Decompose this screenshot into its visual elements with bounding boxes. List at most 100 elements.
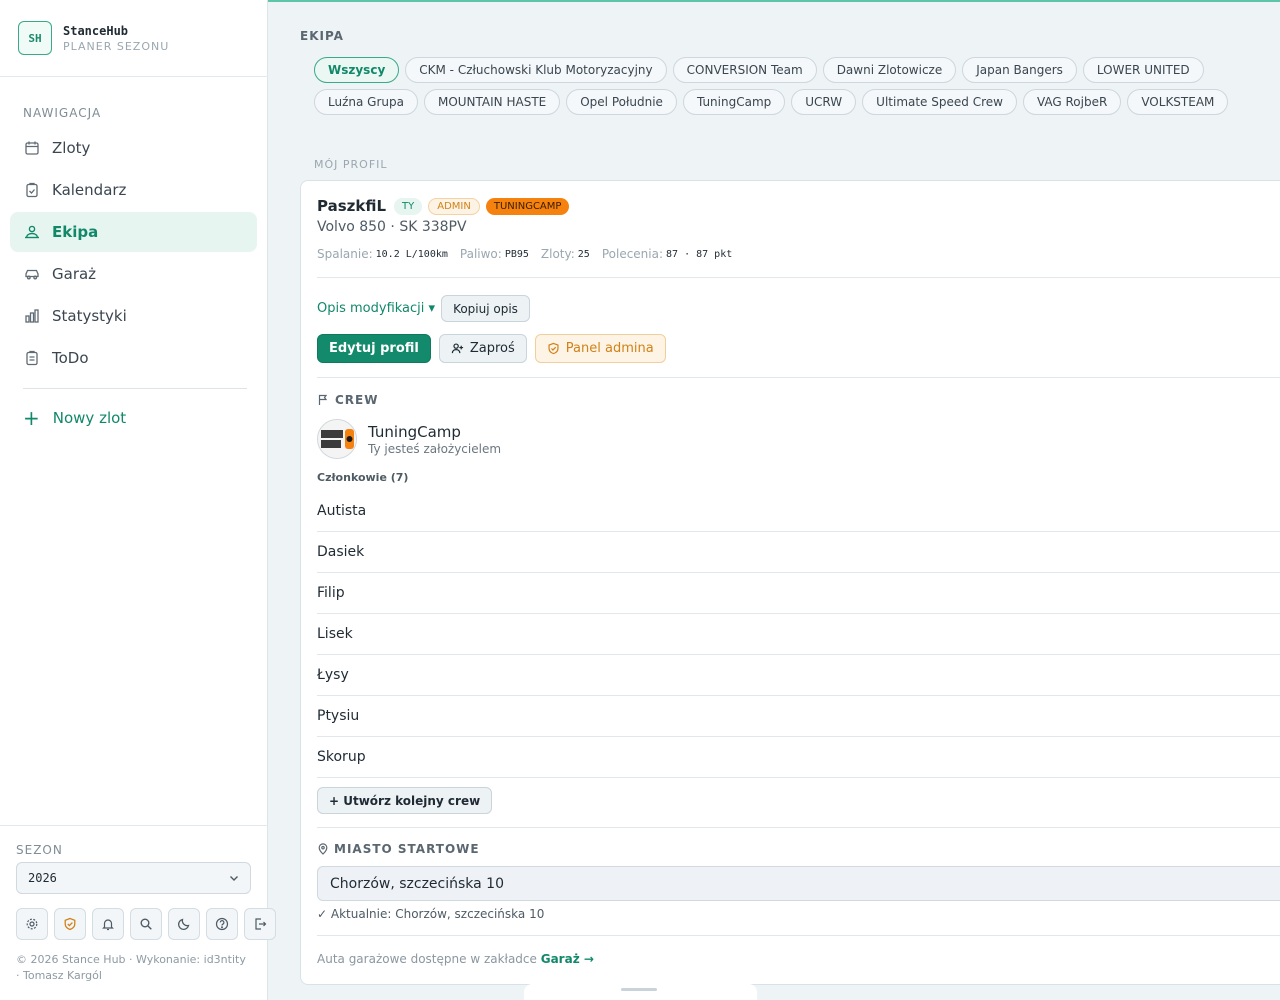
drag-handle[interactable] (621, 988, 657, 991)
admin-badge: ADMIN (428, 197, 480, 215)
crew-filter-chip[interactable]: TuningCamp (682, 89, 786, 115)
profile-stats: Spalanie: 10.2 L/100km Paliwo: PB95 Zlot… (317, 247, 1280, 261)
crew-heading: CREW (317, 393, 1280, 407)
crew-heading-label: CREW (335, 393, 379, 407)
notifications-button[interactable] (92, 908, 124, 940)
nav-item-label: Zloty (52, 139, 91, 157)
toolbar (16, 908, 276, 940)
crew-filter-chip[interactable]: CKM - Człuchowski Klub Motoryzacyjny (405, 57, 667, 83)
member-row[interactable]: Ptysiu (317, 696, 1280, 737)
admin-panel-button[interactable]: Panel admina (534, 334, 666, 363)
city-heading-label: MIASTO STARTOWE (334, 842, 480, 856)
admin-button[interactable] (54, 908, 86, 940)
nav-item-kalendarz[interactable]: Kalendarz (10, 170, 257, 210)
nav-item-todo[interactable]: ToDo (10, 338, 257, 378)
nav-item-garaz[interactable]: Garaż (10, 254, 257, 294)
stat-label: Zloty: (540, 247, 575, 261)
stat-fuel-use: 10.2 L/100km (375, 248, 448, 260)
edit-profile-button[interactable]: Edytuj profil (317, 334, 431, 363)
brand-subtitle: PLANER SEZONU (63, 39, 170, 53)
garage-link[interactable]: Garaż → (541, 952, 594, 966)
nav-item-ekipa[interactable]: Ekipa (10, 212, 257, 252)
admin-panel-label: Panel admina (565, 341, 654, 356)
crew-filter-chip[interactable]: LOWER UNITED (1082, 57, 1204, 83)
start-city-input[interactable] (317, 866, 1280, 901)
crew-filter-chip[interactable]: Luźna Grupa (314, 89, 418, 115)
season-label: SEZON (16, 843, 63, 857)
member-row[interactable]: Lisek (317, 614, 1280, 655)
sidebar: SH StanceHub PLANER SEZONU NAWIGACJA Zlo… (0, 0, 276, 1000)
crew-name: TuningCamp (368, 422, 461, 441)
search-icon (140, 918, 152, 930)
crew-filter-chip[interactable]: CONVERSION Team (672, 57, 817, 83)
profile-card: PaszkfiL TY ADMIN TUNINGCAMP Volvo 850 ·… (300, 180, 1280, 985)
flag-icon (318, 394, 328, 405)
footer-text: © 2026 Stance Hub · Wykonanie: id3ntity … (16, 953, 246, 982)
crew-filter-chip[interactable]: UCRW (791, 89, 857, 115)
invite-button[interactable]: Zaproś (438, 334, 527, 363)
crew-filter-chip[interactable]: VOLKSTEAM (1127, 89, 1229, 115)
nav-item-label: Statystyki (52, 307, 127, 325)
crew-filter-chip[interactable]: VAG RojbeR (1022, 89, 1122, 115)
crew-filter-chip[interactable]: Ultimate Speed Crew (862, 89, 1017, 115)
crew-filter-chip[interactable]: MOUNTAIN HASTE (423, 89, 561, 115)
copy-description-button[interactable]: Kopiuj opis (441, 295, 530, 322)
member-row[interactable]: Autista (317, 491, 1280, 532)
stat-fuel: PB95 (504, 248, 529, 260)
shield-icon (64, 917, 76, 931)
bottom-sheet-handle[interactable] (524, 984, 757, 1000)
bell-icon (102, 919, 114, 931)
member-row[interactable]: Skorup (317, 737, 1280, 778)
you-badge: TY (394, 197, 423, 215)
profile-header: PaszkfiL TY ADMIN TUNINGCAMP (317, 197, 1280, 215)
main-nav: Zloty Kalendarz Ekipa Garaż Statystyki T… (10, 128, 257, 380)
nav-label: NAWIGACJA (23, 106, 102, 120)
search-button[interactable] (130, 908, 162, 940)
crew-filter-chip[interactable]: Dawni Zlotowicze (822, 57, 957, 83)
crew-filter-chip[interactable]: Japan Bangers (962, 57, 1077, 83)
stat-label: Polecenia: (601, 247, 664, 261)
sidebar-divider (0, 76, 268, 77)
plus-icon: + (23, 406, 40, 430)
nav-separator (23, 388, 247, 389)
nav-item-statystyki[interactable]: Statystyki (10, 296, 257, 336)
settings-button[interactable] (16, 908, 48, 940)
profile-actions: Edytuj profil Zaproś Panel admina (317, 334, 1280, 363)
moon-icon (177, 918, 190, 931)
city-heading: MIASTO STARTOWE (317, 842, 1280, 856)
divider (317, 827, 1280, 828)
logout-button[interactable] (244, 908, 276, 940)
crew-badge: TUNINGCAMP (485, 197, 570, 215)
profile-label: MÓJ PROFIL (314, 158, 388, 171)
nav-item-label: ToDo (52, 349, 89, 367)
crew-filter-chip[interactable]: Opel Południe (566, 89, 677, 115)
nav-item-label: Garaż (52, 265, 97, 283)
clipboard-icon (26, 182, 38, 198)
nav-item-label: Ekipa (52, 223, 99, 241)
brand[interactable]: SH StanceHub PLANER SEZONU (18, 21, 169, 55)
help-button[interactable] (206, 908, 238, 940)
member-row[interactable]: Filip (317, 573, 1280, 614)
crew-filter-chip[interactable]: Wszyscy (314, 57, 400, 83)
mods-toggle[interactable]: Opis modyfikacji ▾ (317, 301, 435, 316)
garage-note-text: Auta garażowe dostępne w zakładce (317, 952, 541, 966)
members-label: Członkowie (7) (317, 471, 409, 484)
stat-label: Paliwo: (459, 247, 502, 261)
season-select[interactable]: 2026 (16, 862, 251, 894)
calendar-icon (25, 141, 39, 155)
crew-logo-image (318, 420, 356, 458)
create-crew-button[interactable]: + Utwórz kolejny crew (317, 787, 493, 814)
users-icon (25, 225, 39, 239)
create-crew-row: + Utwórz kolejny crew (317, 787, 1280, 814)
member-row[interactable]: Łysy (317, 655, 1280, 696)
divider (317, 277, 1280, 278)
shield-icon (548, 342, 559, 355)
sidebar-divider (0, 825, 268, 826)
logout-icon (255, 918, 267, 930)
new-rally-button[interactable]: + Nowy zlot (23, 408, 126, 428)
theme-toggle-button[interactable] (168, 908, 200, 940)
member-row[interactable]: Dasiek (317, 532, 1280, 573)
stat-rallies: 25 (577, 248, 590, 260)
nav-item-zloty[interactable]: Zloty (10, 128, 257, 168)
brand-logo: SH (18, 21, 52, 55)
